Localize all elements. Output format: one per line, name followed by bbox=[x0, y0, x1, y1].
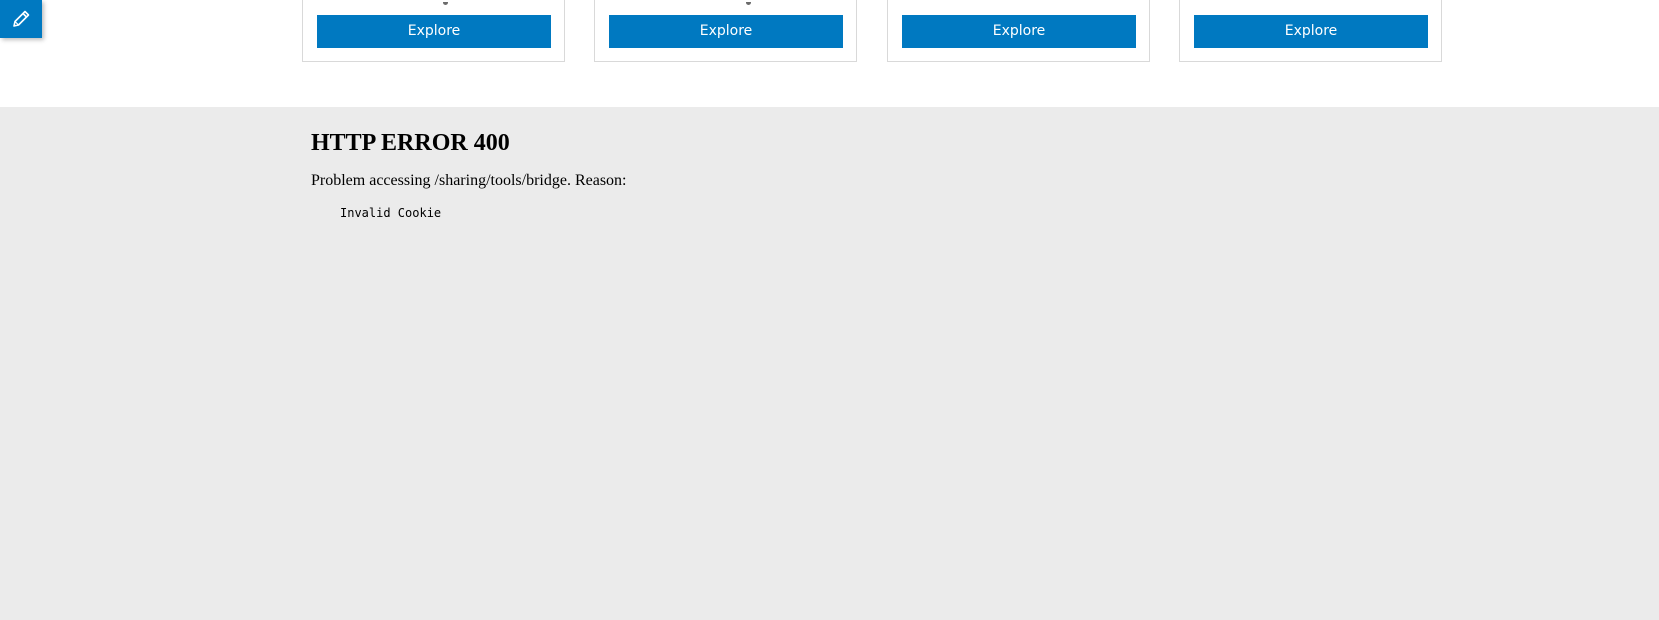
card-title-peek bbox=[303, 0, 564, 5]
card-strip: Explore Explore Explore Explore bbox=[0, 0, 1659, 107]
error-reason: Invalid Cookie bbox=[340, 206, 442, 220]
card-title-peek bbox=[888, 0, 1149, 5]
explore-button[interactable]: Explore bbox=[1194, 15, 1428, 48]
explore-button[interactable]: Explore bbox=[902, 15, 1136, 48]
error-title: HTTP ERROR 400 bbox=[311, 130, 510, 156]
content-card: Explore bbox=[594, 0, 857, 62]
page: Explore Explore Explore Explore HTTP ERR… bbox=[0, 0, 1659, 620]
content-card: Explore bbox=[887, 0, 1150, 62]
card-title-peek bbox=[1180, 0, 1441, 5]
error-message: Problem accessing /sharing/tools/bridge.… bbox=[311, 172, 627, 189]
content-card: Explore bbox=[1179, 0, 1442, 62]
pencil-icon bbox=[10, 8, 32, 30]
explore-button[interactable]: Explore bbox=[609, 15, 843, 48]
explore-button[interactable]: Explore bbox=[317, 15, 551, 48]
card-title-peek bbox=[595, 0, 856, 5]
content-card: Explore bbox=[302, 0, 565, 62]
error-panel: HTTP ERROR 400 Problem accessing /sharin… bbox=[311, 127, 627, 221]
edit-button[interactable] bbox=[0, 0, 42, 38]
